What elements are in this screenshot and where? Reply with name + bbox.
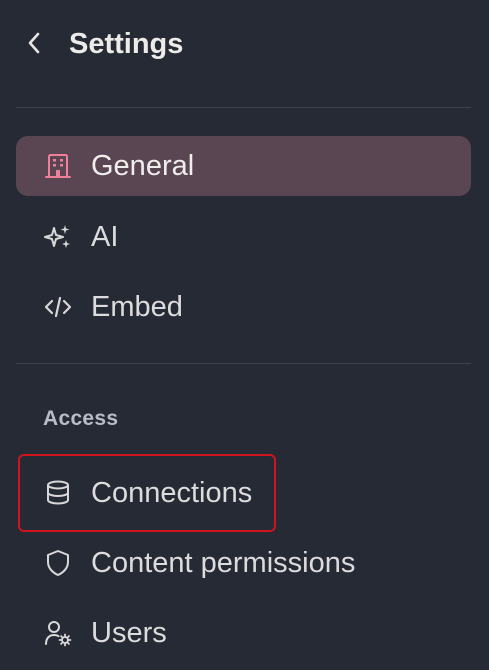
sidebar-item-label: General xyxy=(91,150,195,182)
database-icon xyxy=(44,479,72,507)
settings-header: Settings xyxy=(0,0,489,90)
sidebar-item-label: Content permissions xyxy=(91,547,356,579)
sidebar-item-label: Users xyxy=(91,617,167,649)
sparkles-icon xyxy=(44,223,72,251)
sidebar-item-users[interactable]: Users xyxy=(16,603,471,663)
settings-sidebar: Settings General AI Embed Access Connect… xyxy=(0,0,489,670)
building-icon xyxy=(44,152,72,180)
divider xyxy=(16,363,471,364)
sidebar-item-label: Embed xyxy=(91,291,183,323)
sidebar-item-label: Connections xyxy=(91,477,253,509)
sidebar-item-embed[interactable]: Embed xyxy=(16,277,471,337)
code-icon xyxy=(44,293,72,321)
sidebar-item-ai[interactable]: AI xyxy=(16,207,471,267)
section-label-access: Access xyxy=(43,407,119,430)
shield-icon xyxy=(44,549,72,577)
user-settings-icon xyxy=(44,619,72,647)
sidebar-item-label: AI xyxy=(91,221,119,253)
page-title: Settings xyxy=(69,28,184,60)
divider xyxy=(16,107,471,108)
back-button[interactable] xyxy=(18,26,50,60)
chevron-left-icon xyxy=(28,32,40,54)
sidebar-item-connections[interactable]: Connections xyxy=(16,463,471,523)
sidebar-item-general[interactable]: General xyxy=(16,136,471,196)
sidebar-item-content-permissions[interactable]: Content permissions xyxy=(16,533,471,593)
